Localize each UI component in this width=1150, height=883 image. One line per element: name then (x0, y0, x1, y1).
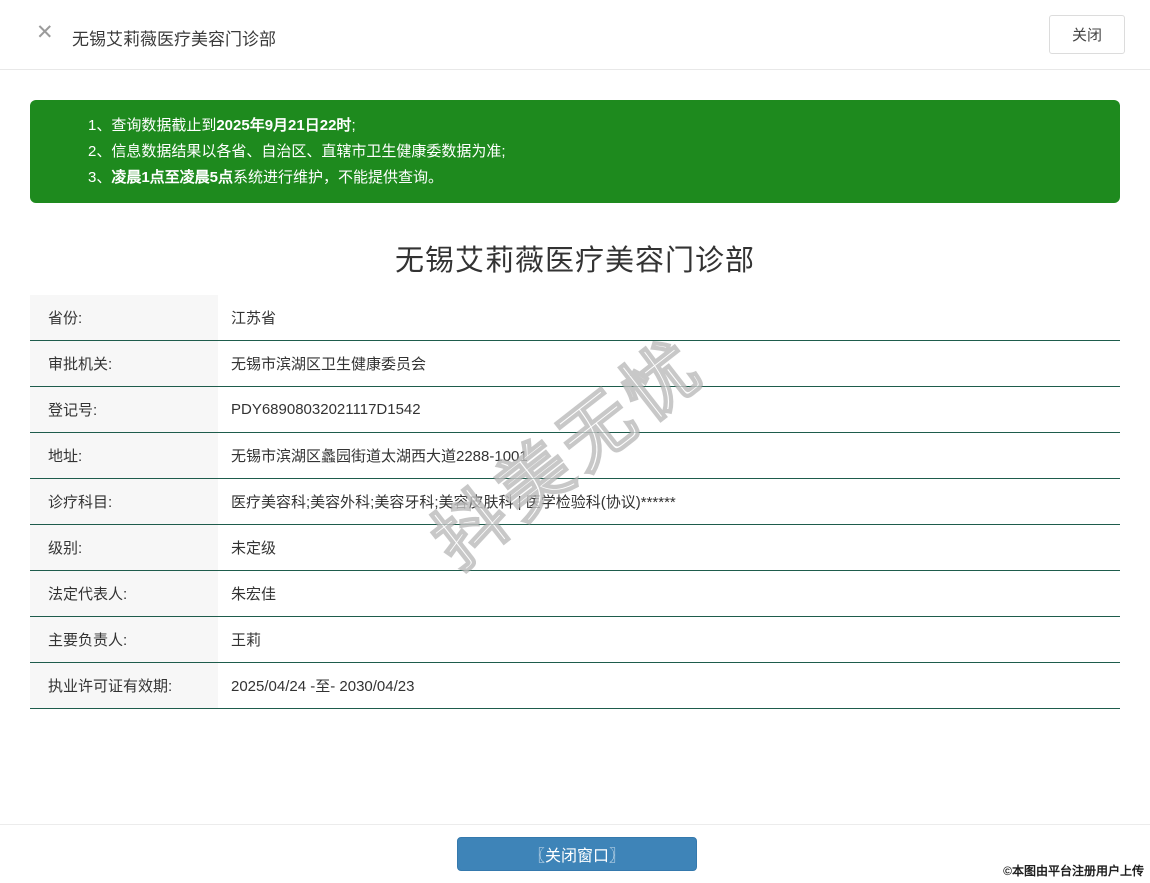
notice-line-3-end: 系统进行维护，不能提供查询。 (233, 169, 444, 186)
row-value: 江苏省 (231, 310, 277, 327)
row-value: 王莉 (231, 632, 262, 649)
table-row-legal-representative: 法定代表人: 朱宏佳 (30, 571, 1120, 617)
row-value: 无锡市滨湖区卫生健康委员会 (231, 356, 427, 373)
table-row-license-validity: 执业许可证有效期: 2025/04/24 -至- 2030/04/23 (30, 663, 1120, 709)
notice-line-2: 2、信息数据结果以各省、自治区、直辖市卫生健康委数据为准; (88, 143, 506, 160)
table-row-registration-number: 登记号: PDY68908032021117D1542 (30, 387, 1120, 433)
notice-line-1-bold: 2025年9月21日22时 (216, 117, 352, 134)
row-value: 无锡市滨湖区蠡园街道太湖西大道2288-1001 (231, 448, 528, 465)
table-row-level: 级别: 未定级 (30, 525, 1120, 571)
row-label: 主要负责人: (30, 617, 218, 662)
row-value: 未定级 (231, 540, 277, 557)
row-value: 朱宏佳 (231, 586, 277, 603)
row-label: 省份: (30, 295, 218, 340)
table-row-departments: 诊疗科目: 医疗美容科;美容外科;美容牙科;美容皮肤科 | 医学检验科(协议)*… (30, 479, 1120, 525)
table-row-address: 地址: 无锡市滨湖区蠡园街道太湖西大道2288-1001 (30, 433, 1120, 479)
row-value: 医疗美容科;美容外科;美容牙科;美容皮肤科 | 医学检验科(协议)****** (231, 494, 676, 511)
row-label: 登记号: (30, 387, 218, 432)
row-value: 2025/04/24 -至- 2030/04/23 (231, 678, 415, 695)
row-value: PDY68908032021117D1542 (231, 401, 421, 418)
row-label: 执业许可证有效期: (30, 663, 218, 708)
close-button[interactable]: 关闭 (1049, 15, 1125, 54)
notice-line-1-end: ; (351, 117, 356, 134)
window-title: 无锡艾莉薇医疗美容门诊部 (72, 30, 276, 49)
row-label: 法定代表人: (30, 571, 218, 616)
notice-line-3: 3、凌晨1点至凌晨5点系统进行维护，不能提供查询。 (88, 165, 1100, 191)
close-window-button[interactable]: 〖关闭窗口〗 (457, 837, 697, 871)
clinic-name-title: 无锡艾莉薇医疗美容门诊部 (394, 245, 755, 277)
row-label: 审批机关: (30, 341, 218, 386)
notice-line-1-text: 1、查询数据截止到 (88, 117, 217, 134)
notice-line-3-bold: 凌晨1点至凌晨5点 (111, 169, 234, 186)
table-row-approval-authority: 审批机关: 无锡市滨湖区卫生健康委员会 (30, 341, 1120, 387)
clinic-info-table: 省份: 江苏省 审批机关: 无锡市滨湖区卫生健康委员会 登记号: PDY6890… (30, 295, 1120, 709)
notice-banner: 1、查询数据截止到2025年9月21日22时; 2、信息数据结果以各省、自治区、… (30, 100, 1120, 203)
row-label: 诊疗科目: (30, 479, 218, 524)
notice-line-1: 1、查询数据截止到2025年9月21日22时; (88, 113, 1100, 139)
top-bar: ✕ 无锡艾莉薇医疗美容门诊部 关闭 (0, 0, 1150, 70)
upload-credit-watermark: ©本图由平台注册用户上传 (1003, 864, 1144, 878)
table-row-province: 省份: 江苏省 (30, 295, 1120, 341)
close-x-icon[interactable]: ✕ (36, 22, 54, 43)
row-label: 级别: (30, 525, 218, 570)
table-row-principal: 主要负责人: 王莉 (30, 617, 1120, 663)
footer-divider (0, 824, 1150, 825)
notice-line-3-text: 3、 (88, 169, 112, 186)
row-label: 地址: (30, 433, 218, 478)
